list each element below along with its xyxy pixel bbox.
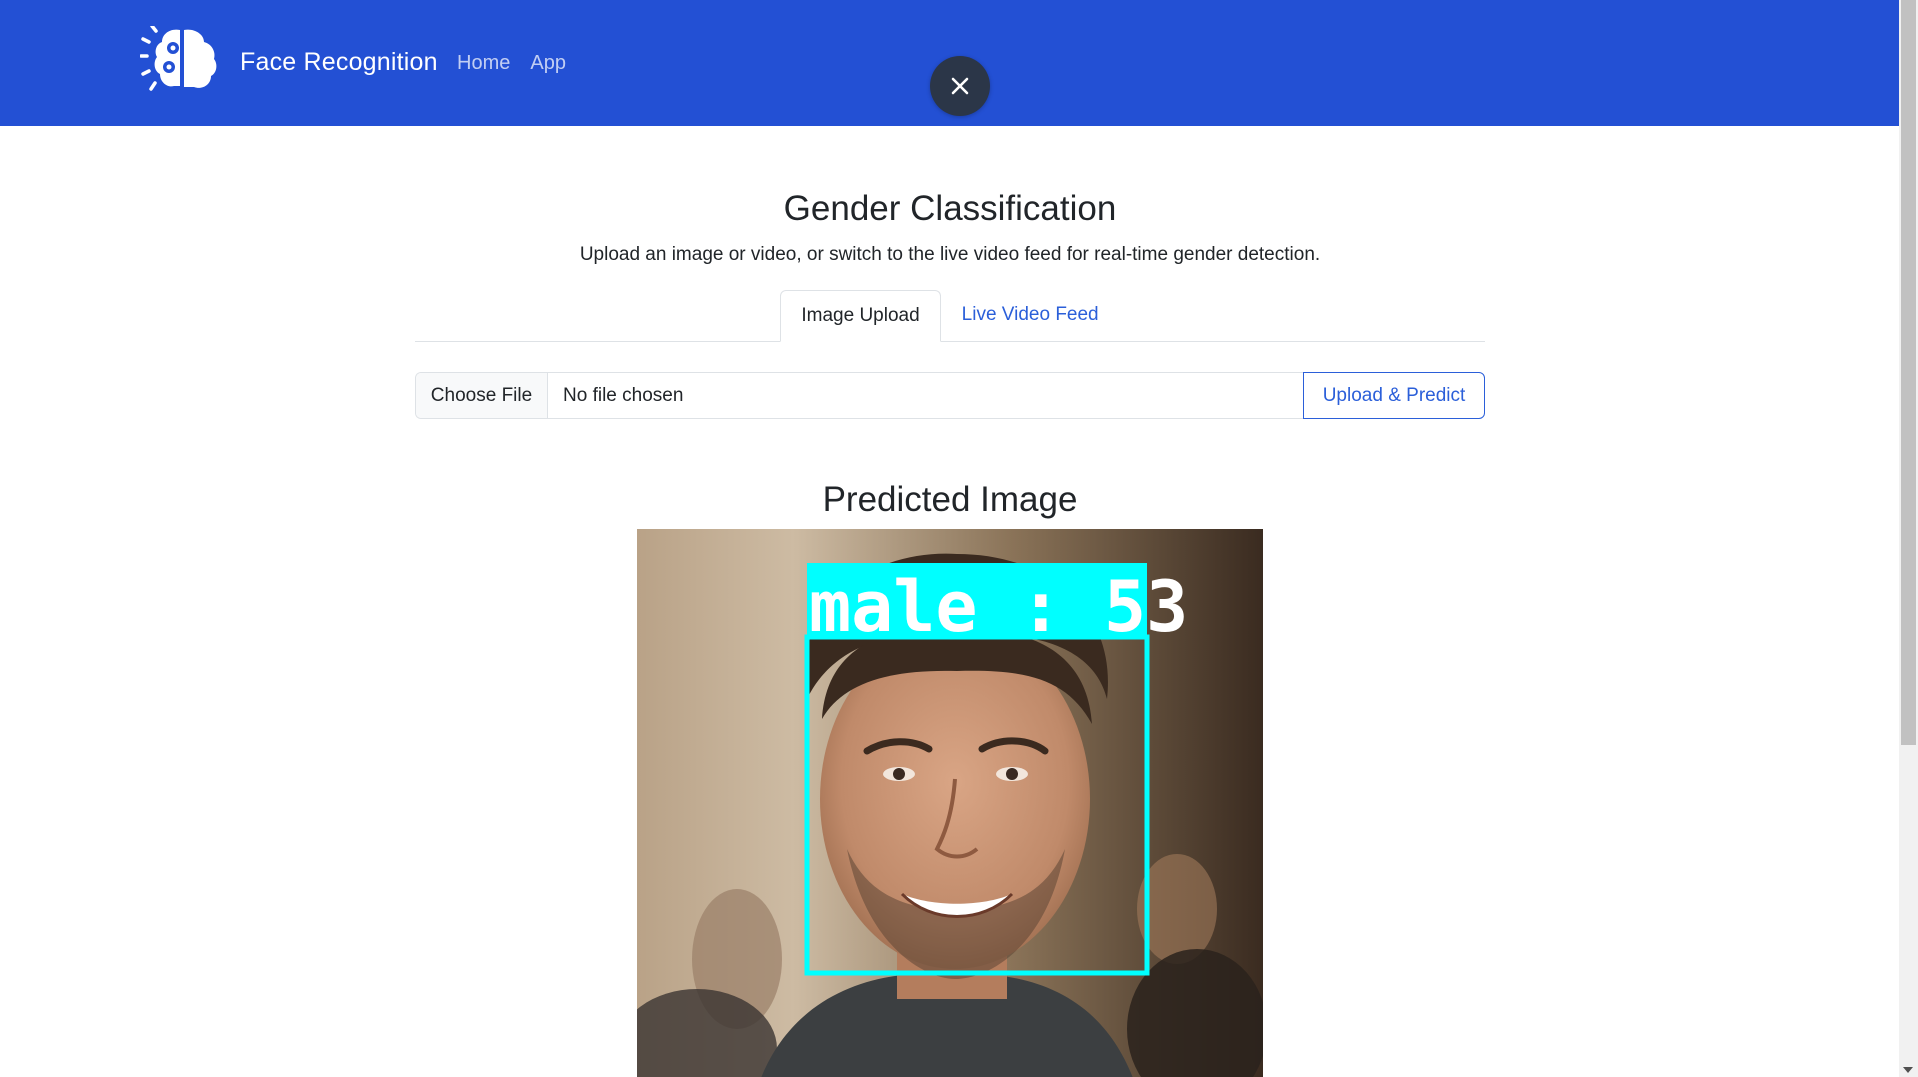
close-icon: [951, 77, 969, 95]
brain-gears-icon: [140, 26, 217, 91]
scrollbar[interactable]: [1899, 0, 1918, 1077]
page-subtitle: Upload an image or video, or switch to t…: [579, 244, 1321, 265]
nav-link-home[interactable]: Home: [457, 52, 510, 75]
page: Face Recognition Home App Gender Classif…: [0, 0, 1918, 1077]
choose-file-button[interactable]: Choose File: [416, 373, 548, 418]
page-title: Gender Classification: [783, 189, 1117, 228]
brand-link[interactable]: Face Recognition: [140, 26, 438, 98]
navbar: Face Recognition Home App: [0, 0, 1899, 126]
brand-text: Face Recognition: [240, 47, 438, 76]
upload-predict-button[interactable]: Upload & Predict: [1303, 372, 1485, 419]
tab-image-upload[interactable]: Image Upload: [780, 290, 941, 342]
result-title: Predicted Image: [822, 480, 1078, 519]
scroll-down-arrow-icon[interactable]: [1903, 1067, 1913, 1073]
predicted-image: male : 53: [637, 529, 1263, 1077]
detection-label: male : 53: [809, 566, 1188, 648]
file-name-text: No file chosen: [563, 384, 684, 406]
close-button[interactable]: [930, 56, 990, 116]
predicted-photo: male : 53: [637, 529, 1263, 1077]
main-content: Gender Classification Upload an image or…: [415, 126, 1485, 521]
file-input[interactable]: Choose File No file chosen: [415, 372, 1303, 419]
scrollbar-thumb[interactable]: [1901, 0, 1916, 745]
tab-live-video-feed[interactable]: Live Video Feed: [941, 290, 1120, 340]
nav-link-app[interactable]: App: [530, 52, 566, 75]
tab-bar: Image Upload Live Video Feed: [415, 290, 1485, 342]
nav-links: Home App: [457, 52, 566, 75]
upload-form: Choose File No file chosen Upload & Pred…: [415, 372, 1485, 419]
